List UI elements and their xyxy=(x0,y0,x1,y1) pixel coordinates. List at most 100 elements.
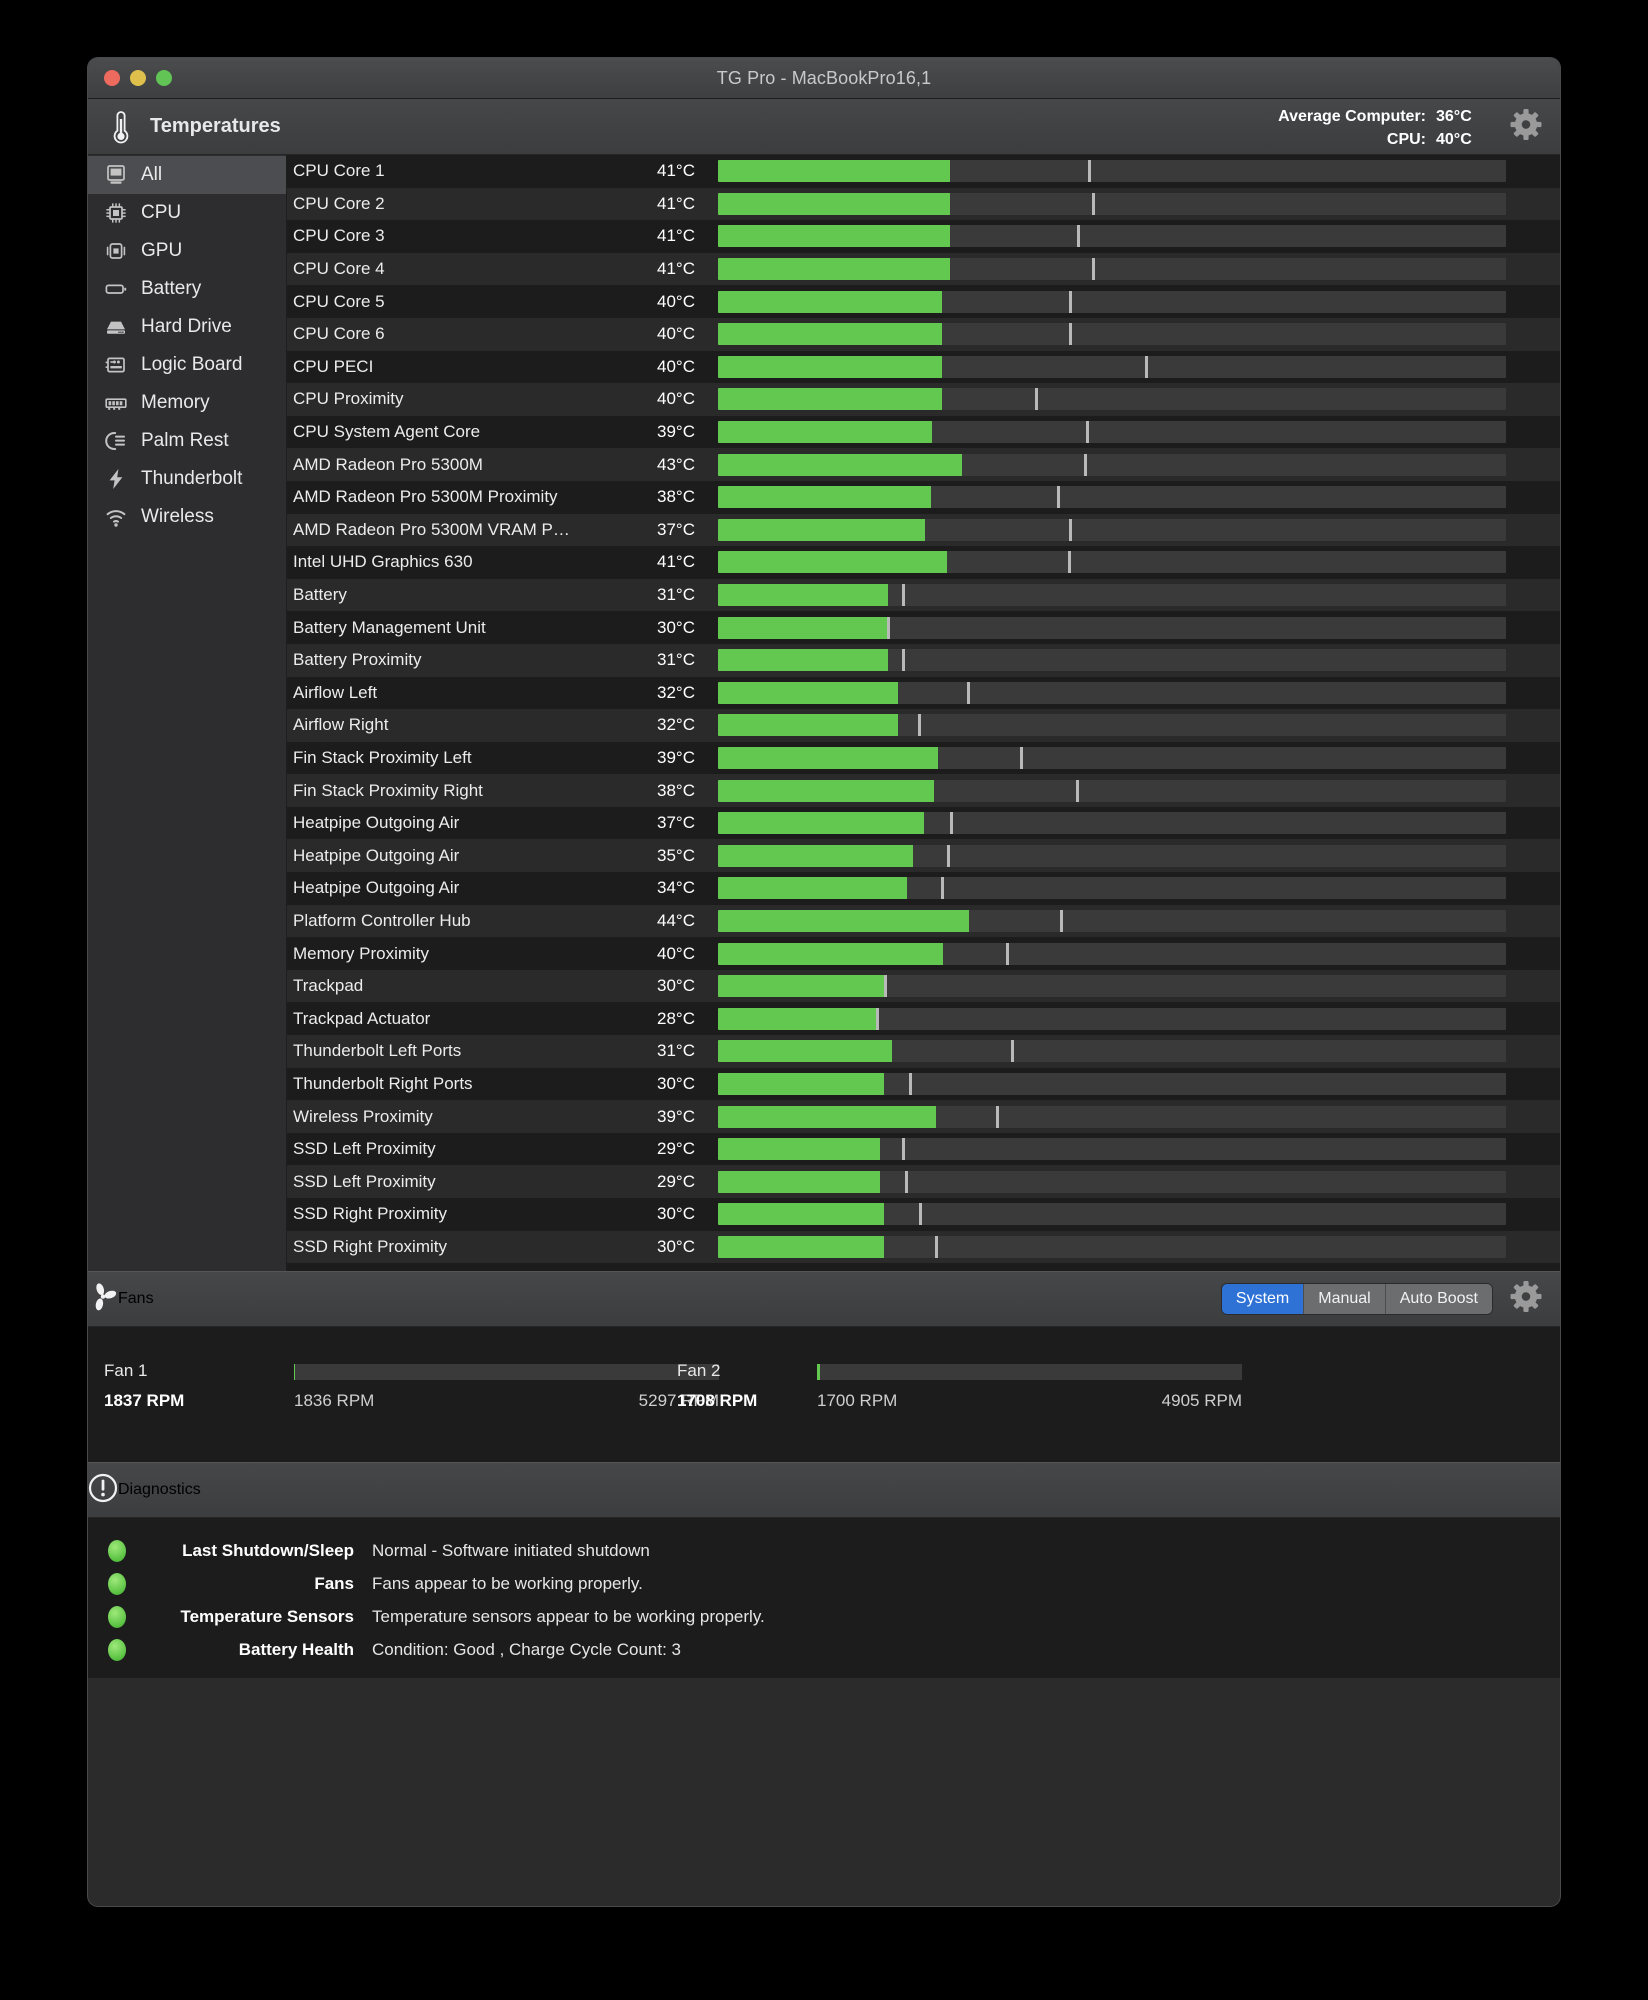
sensor-bar-fill xyxy=(718,421,932,443)
sensor-name: Memory Proximity xyxy=(293,944,613,964)
sensor-row[interactable]: Platform Controller Hub44°C xyxy=(287,905,1560,938)
sensor-value: 39°C xyxy=(613,748,695,768)
sensor-row[interactable]: Heatpipe Outgoing Air34°C xyxy=(287,872,1560,905)
sidebar-item-palm-rest[interactable]: Palm Rest xyxy=(88,422,286,460)
sensor-row[interactable]: SSD Left Proximity29°C xyxy=(287,1133,1560,1166)
sensor-peak-marker xyxy=(905,1171,908,1193)
sensor-row[interactable]: Fin Stack Proximity Right38°C xyxy=(287,774,1560,807)
sensor-bar-fill xyxy=(718,584,888,606)
sidebar-item-hard-drive[interactable]: Hard Drive xyxy=(88,308,286,346)
sensor-value: 32°C xyxy=(613,683,695,703)
close-button[interactable] xyxy=(104,70,120,86)
sensor-name: CPU Core 1 xyxy=(293,161,613,181)
fan-mode-segmented-control[interactable]: SystemManualAuto Boost xyxy=(1222,1284,1492,1314)
status-indicator-icon xyxy=(108,1606,126,1628)
sidebar-item-cpu[interactable]: CPU xyxy=(88,194,286,232)
sensor-row[interactable]: CPU Proximity40°C xyxy=(287,383,1560,416)
sensor-row[interactable]: AMD Radeon Pro 5300M43°C xyxy=(287,448,1560,481)
sidebar-item-memory[interactable]: Memory xyxy=(88,384,286,422)
sensor-name: SSD Right Proximity xyxy=(293,1237,613,1257)
sidebar-item-logic-board[interactable]: Logic Board xyxy=(88,346,286,384)
sensor-value: 41°C xyxy=(613,161,695,181)
sidebar-item-thunderbolt[interactable]: Thunderbolt xyxy=(88,460,286,498)
sensor-row[interactable]: Heatpipe Outgoing Air37°C xyxy=(287,807,1560,840)
sensor-value: 40°C xyxy=(613,389,695,409)
sensor-bar-track xyxy=(718,388,1506,410)
diagnostic-label: Battery Health xyxy=(144,1640,354,1660)
sensor-bar-fill xyxy=(718,356,942,378)
section-title-diagnostics: Diagnostics xyxy=(118,1481,201,1499)
sensor-bar-track xyxy=(718,780,1506,802)
sensor-row[interactable]: CPU Core 241°C xyxy=(287,188,1560,221)
sensor-name: Thunderbolt Left Ports xyxy=(293,1041,613,1061)
window-controls[interactable] xyxy=(104,70,172,86)
fan-mode-system[interactable]: System xyxy=(1222,1284,1304,1314)
sensor-name: CPU System Agent Core xyxy=(293,422,613,442)
sensor-row[interactable]: CPU Core 341°C xyxy=(287,220,1560,253)
sensor-peak-marker xyxy=(1020,747,1023,769)
sensor-row[interactable]: CPU System Agent Core39°C xyxy=(287,416,1560,449)
sensor-row[interactable]: Thunderbolt Right Ports30°C xyxy=(287,1068,1560,1101)
fan-mode-auto-boost[interactable]: Auto Boost xyxy=(1386,1284,1492,1314)
sensor-row[interactable]: Battery Proximity31°C xyxy=(287,644,1560,677)
sensor-name: AMD Radeon Pro 5300M Proximity xyxy=(293,487,613,507)
thunderbolt-bolt-icon xyxy=(101,467,131,491)
sensor-name: AMD Radeon Pro 5300M xyxy=(293,455,613,475)
sensor-row[interactable]: CPU PECI40°C xyxy=(287,351,1560,384)
sensor-row[interactable]: AMD Radeon Pro 5300M Proximity38°C xyxy=(287,481,1560,514)
diagnostic-row: Battery HealthCondition: Good , Charge C… xyxy=(88,1633,1560,1666)
sensor-peak-marker xyxy=(887,617,890,639)
sensor-row[interactable]: AMD Radeon Pro 5300M VRAM P…37°C xyxy=(287,514,1560,547)
sensor-bar-fill xyxy=(718,780,934,802)
sensor-row[interactable]: CPU Core 540°C xyxy=(287,285,1560,318)
fan-max-rpm: 4905 RPM xyxy=(817,1391,1242,1411)
fans-settings-gear-icon[interactable] xyxy=(1510,1281,1542,1318)
sensor-list[interactable]: CPU Core 141°CCPU Core 241°CCPU Core 341… xyxy=(287,155,1560,1271)
sensor-row[interactable]: Wireless Proximity39°C xyxy=(287,1100,1560,1133)
sensor-row[interactable]: Memory Proximity40°C xyxy=(287,937,1560,970)
sensor-peak-marker xyxy=(935,1236,938,1258)
sensor-bar-track xyxy=(718,584,1506,606)
sensor-row[interactable]: Heatpipe Outgoing Air35°C xyxy=(287,839,1560,872)
fan-speed-slider[interactable] xyxy=(294,1364,719,1380)
zoom-button[interactable] xyxy=(156,70,172,86)
sensor-value: 30°C xyxy=(613,1204,695,1224)
sensor-row[interactable]: CPU Core 441°C xyxy=(287,253,1560,286)
temperatures-settings-gear-icon[interactable] xyxy=(1510,108,1542,145)
tgpro-window: TG Pro - MacBookPro16,1 Temperatures Ave… xyxy=(88,58,1560,1906)
sensor-row[interactable]: CPU Core 640°C xyxy=(287,318,1560,351)
sidebar-item-all[interactable]: All xyxy=(88,156,286,194)
diagnostics-body: Last Shutdown/SleepNormal - Software ini… xyxy=(88,1518,1560,1678)
sensor-peak-marker xyxy=(947,845,950,867)
sensor-peak-marker xyxy=(1077,225,1080,247)
sensor-row[interactable]: SSD Right Proximity30°C xyxy=(287,1198,1560,1231)
sidebar-item-label: GPU xyxy=(141,240,182,262)
sidebar-item-battery[interactable]: Battery xyxy=(88,270,286,308)
sidebar-item-wireless[interactable]: Wireless xyxy=(88,498,286,536)
sidebar-item-gpu[interactable]: GPU xyxy=(88,232,286,270)
sensor-row[interactable]: SSD Right Proximity30°C xyxy=(287,1231,1560,1264)
fan-mode-manual[interactable]: Manual xyxy=(1304,1284,1385,1314)
sensor-value: 37°C xyxy=(613,813,695,833)
sensor-row[interactable]: Fin Stack Proximity Left39°C xyxy=(287,742,1560,775)
sensor-row[interactable]: CPU Core 141°C xyxy=(287,155,1560,188)
window-titlebar[interactable]: TG Pro - MacBookPro16,1 xyxy=(88,58,1560,99)
sensor-row[interactable]: Intel UHD Graphics 63041°C xyxy=(287,546,1560,579)
sensor-row[interactable]: Battery Management Unit30°C xyxy=(287,611,1560,644)
sensor-peak-marker xyxy=(996,1106,999,1128)
sensor-value: 31°C xyxy=(613,1041,695,1061)
sensor-row[interactable]: Thunderbolt Left Ports31°C xyxy=(287,1035,1560,1068)
sensor-row[interactable]: Trackpad Actuator28°C xyxy=(287,1002,1560,1035)
diagnostic-row: Last Shutdown/SleepNormal - Software ini… xyxy=(88,1534,1560,1567)
sensor-row[interactable]: SSD Left Proximity29°C xyxy=(287,1165,1560,1198)
sensor-row[interactable]: Airflow Right32°C xyxy=(287,709,1560,742)
sensor-name: CPU Proximity xyxy=(293,389,613,409)
fan-max-rpm: 5297 RPM xyxy=(294,1391,719,1411)
sensor-row[interactable]: Trackpad30°C xyxy=(287,970,1560,1003)
minimize-button[interactable] xyxy=(130,70,146,86)
fan-speed-slider[interactable] xyxy=(817,1364,1242,1380)
sensor-peak-marker xyxy=(909,1073,912,1095)
sensor-row[interactable]: Airflow Left32°C xyxy=(287,677,1560,710)
sensor-row[interactable]: Battery31°C xyxy=(287,579,1560,612)
sensor-bar-track xyxy=(718,1008,1506,1030)
